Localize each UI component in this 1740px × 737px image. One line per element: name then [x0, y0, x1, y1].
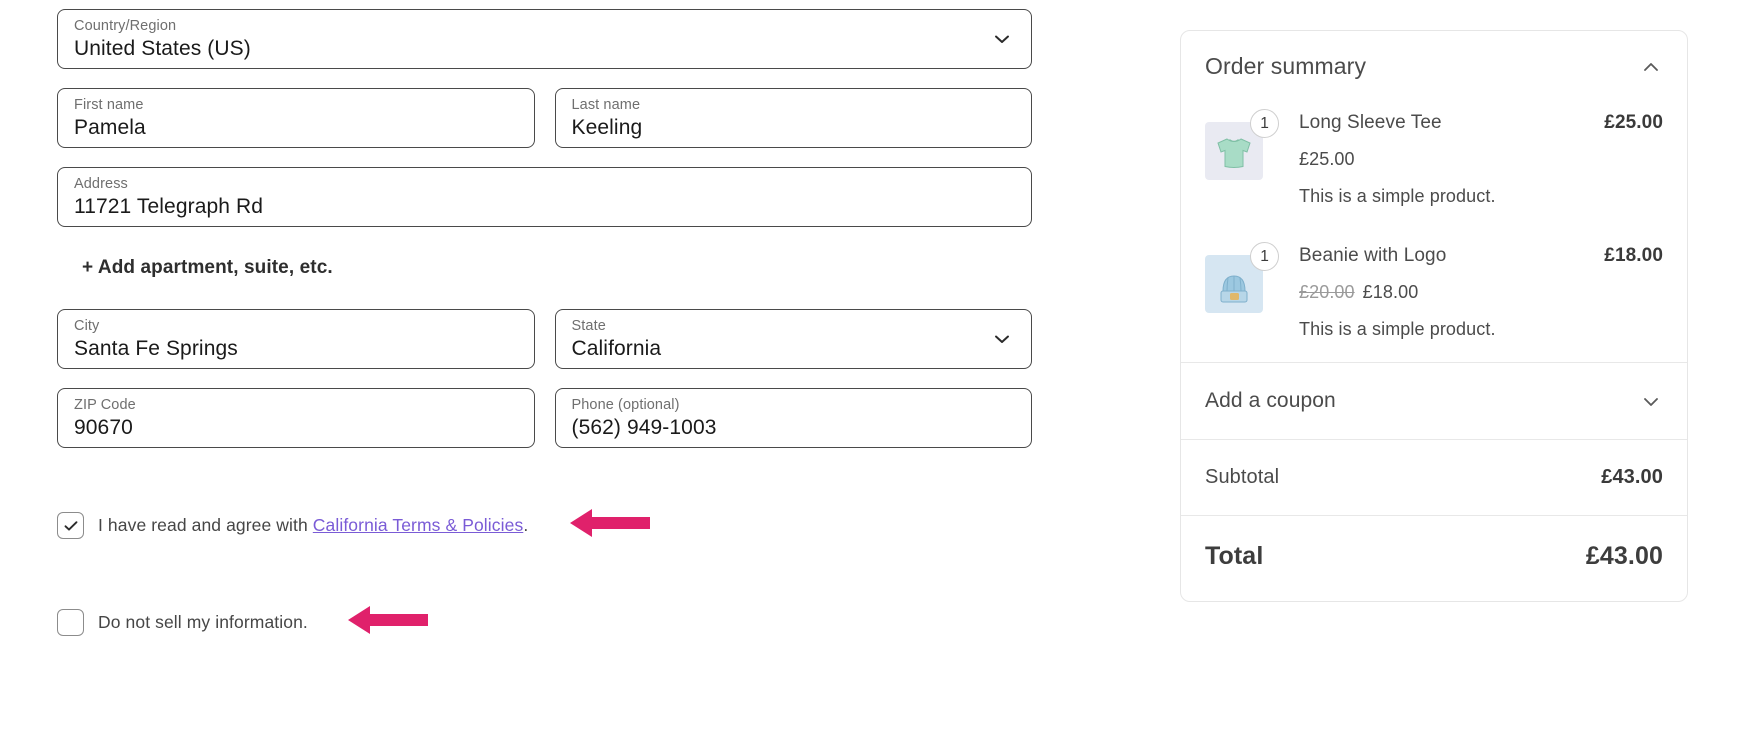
product-thumbnail-wrap: 1 [1205, 242, 1279, 313]
city-field[interactable]: City Santa Fe Springs [57, 309, 535, 369]
product-price-line: £25.00 [1299, 149, 1663, 170]
product-price: £25.00 [1299, 149, 1355, 169]
do-not-sell-row: Do not sell my information. [57, 603, 1032, 642]
city-value: Santa Fe Springs [74, 337, 238, 360]
terms-text-after: . [523, 515, 529, 535]
shipping-address-form: Country/Region United States (US) First … [57, 9, 1032, 642]
product-name[interactable]: Long Sleeve Tee [1299, 112, 1442, 134]
order-item: 1 Beanie with Logo £18.00 £20.00 £18.00 T… [1205, 207, 1663, 340]
chevron-down-icon [991, 328, 1013, 350]
subtotal-label: Subtotal [1205, 466, 1280, 488]
terms-consent-label: I have read and agree with California Te… [98, 515, 528, 536]
address-label: Address [74, 176, 128, 192]
total-row: Total £43.00 [1181, 516, 1687, 601]
subtotal-row: Subtotal £43.00 [1181, 440, 1687, 515]
last-name-field[interactable]: Last name Keeling [554, 88, 1032, 148]
checkmark-icon [64, 520, 77, 531]
first-name-value: Pamela [74, 116, 146, 139]
do-not-sell-checkbox[interactable] [57, 609, 84, 636]
product-name[interactable]: Beanie with Logo [1299, 245, 1446, 267]
chevron-up-icon[interactable] [1639, 55, 1663, 79]
product-line-total: £25.00 [1604, 112, 1663, 133]
chevron-down-icon [991, 28, 1013, 50]
phone-label: Phone (optional) [571, 397, 680, 413]
product-original-price: £20.00 [1299, 282, 1355, 302]
terms-checkbox[interactable] [57, 512, 84, 539]
order-item-top: Beanie with Logo £18.00 [1299, 245, 1663, 267]
zip-code-label: ZIP Code [74, 397, 136, 413]
terms-consent-row: I have read and agree with California Te… [57, 506, 1032, 545]
city-label: City [74, 318, 100, 334]
state-select[interactable]: State California [554, 309, 1032, 369]
annotation-arrow-terms [570, 506, 651, 545]
country-region-label: Country/Region [74, 18, 177, 34]
last-name-label: Last name [571, 97, 641, 113]
quantity-badge: 1 [1250, 109, 1279, 138]
zip-phone-row: ZIP Code 90670 Phone (optional) (562) 94… [57, 388, 1032, 448]
order-summary-panel: Order summary 1 Long Sleeve Tee £25.00 £… [1180, 30, 1688, 602]
state-label: State [571, 318, 606, 334]
order-item-top: Long Sleeve Tee £25.00 [1299, 112, 1663, 134]
quantity-badge: 1 [1250, 242, 1279, 271]
city-state-row: City Santa Fe Springs State California [57, 309, 1032, 369]
order-item-body: Beanie with Logo £18.00 £20.00 £18.00 Thi… [1299, 243, 1663, 340]
checkout-page: Country/Region United States (US) First … [0, 0, 1740, 737]
country-region-select[interactable]: Country/Region United States (US) [57, 9, 1032, 69]
product-description: This is a simple product. [1299, 186, 1496, 206]
address-row: Address 11721 Telegraph Rd [57, 167, 1032, 227]
first-name-label: First name [74, 97, 144, 113]
total-label: Total [1205, 542, 1264, 570]
country-region-value: United States (US) [74, 37, 251, 60]
first-name-field[interactable]: First name Pamela [57, 88, 535, 148]
order-item-body: Long Sleeve Tee £25.00 £25.00 This is a … [1299, 110, 1663, 207]
order-item: 1 Long Sleeve Tee £25.00 £25.00 This is … [1205, 98, 1663, 207]
product-price-line: £20.00 £18.00 [1299, 282, 1663, 303]
zip-code-field[interactable]: ZIP Code 90670 [57, 388, 535, 448]
do-not-sell-label: Do not sell my information. [98, 612, 308, 632]
add-coupon-label: Add a coupon [1205, 389, 1336, 412]
name-row: First name Pamela Last name Keeling [57, 88, 1032, 148]
add-coupon-row[interactable]: Add a coupon [1181, 363, 1687, 439]
order-items-list: 1 Long Sleeve Tee £25.00 £25.00 This is … [1181, 92, 1687, 362]
address-value: 11721 Telegraph Rd [74, 195, 264, 218]
phone-field[interactable]: Phone (optional) (562) 949-1003 [554, 388, 1032, 448]
phone-value: (562) 949-1003 [571, 416, 717, 439]
address-field[interactable]: Address 11721 Telegraph Rd [57, 167, 1032, 227]
last-name-value: Keeling [571, 116, 643, 139]
product-description: This is a simple product. [1299, 319, 1496, 339]
product-price: £18.00 [1362, 282, 1419, 302]
california-terms-link[interactable]: California Terms & Policies [313, 515, 524, 535]
state-value: California [571, 337, 662, 360]
product-thumbnail-wrap: 1 [1205, 109, 1279, 180]
chevron-down-icon[interactable] [1639, 389, 1663, 413]
subtotal-value: £43.00 [1601, 466, 1663, 488]
order-summary-header[interactable]: Order summary [1181, 31, 1687, 92]
terms-text-before: I have read and agree with [98, 515, 313, 535]
product-line-total: £18.00 [1604, 245, 1663, 266]
order-summary-title: Order summary [1205, 53, 1367, 79]
total-value: £43.00 [1585, 542, 1663, 570]
add-apartment-button[interactable]: + Add apartment, suite, etc. [82, 257, 333, 279]
annotation-arrow-do-not-sell [347, 603, 428, 642]
zip-code-value: 90670 [74, 416, 133, 439]
